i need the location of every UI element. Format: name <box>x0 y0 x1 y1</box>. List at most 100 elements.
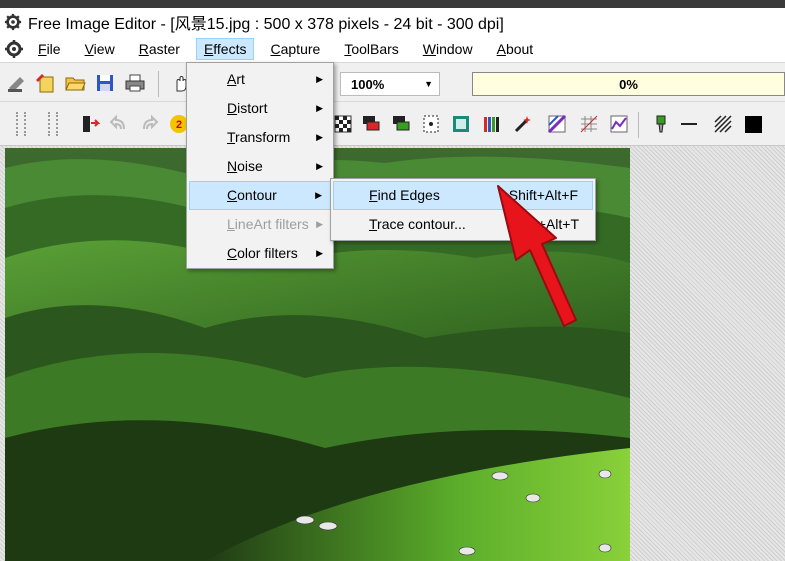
menu-capture[interactable]: Capture <box>262 38 328 60</box>
contour-submenu: Find Edges Shift+Alt+F Trace contour... Sh… <box>330 178 596 241</box>
noise-label: oise <box>237 158 263 174</box>
effects-menu-contour[interactable]: Contour ▶ <box>189 181 331 210</box>
trace-contour-label: race contour... <box>377 216 466 232</box>
menu-toolbars-label: oolBars <box>351 41 399 57</box>
color-bars-icon[interactable] <box>478 111 504 137</box>
effects-menu-art[interactable]: Art ▶ <box>189 65 331 94</box>
progress-text: 0% <box>619 76 638 92</box>
submenu-arrow-icon: ▶ <box>316 219 323 229</box>
menu-window-accel: W <box>422 41 436 57</box>
noise-accel: N <box>227 158 238 174</box>
menu-view[interactable]: View <box>77 38 123 60</box>
submenu-arrow-icon: ▶ <box>316 74 323 84</box>
gradient-icon[interactable] <box>544 111 570 137</box>
find-edges-shortcut: Shift+Alt+F <box>508 187 578 203</box>
main-toolbar: 100% ▼ 0% <box>0 62 785 102</box>
redo-icon[interactable] <box>136 111 162 137</box>
layers-icon[interactable] <box>358 111 384 137</box>
chevron-down-icon: ▼ <box>424 79 433 89</box>
effects-menu-noise[interactable]: Noise ▶ <box>189 152 331 181</box>
menu-raster-label: aster <box>148 41 180 57</box>
menu-effects-accel: E <box>203 41 214 57</box>
contour-accel: C <box>227 187 238 203</box>
contour-label: ontour <box>237 187 277 203</box>
svg-text:2: 2 <box>176 119 182 131</box>
menu-capture-accel: C <box>270 41 281 57</box>
crop-arrow-icon[interactable] <box>78 111 104 137</box>
menu-bar: File View Raster Effects Capture ToolBar… <box>0 36 785 62</box>
effects-dropdown-menu: Art ▶ Distort ▶ Transform ▶ Noise ▶ Contour ▶… <box>186 62 334 269</box>
menu-effects-label: ffects <box>213 41 247 57</box>
menu-view-label: iew <box>93 41 115 57</box>
color-filters-accel: C <box>227 245 238 261</box>
distort-accel: D <box>227 100 238 116</box>
menu-file-accel: F <box>38 41 47 57</box>
open-folder-icon[interactable] <box>62 70 88 96</box>
menu-file[interactable]: File <box>30 38 69 60</box>
system-menu-gear-icon[interactable] <box>4 39 24 59</box>
find-edges-label: ind Edges <box>377 187 440 203</box>
selection-icon[interactable] <box>418 111 444 137</box>
trace-contour-shortcut: Shift+Alt+T <box>509 216 579 232</box>
layers-alt-icon[interactable] <box>388 111 414 137</box>
grid-icon[interactable] <box>576 111 602 137</box>
menu-raster-accel: R <box>138 41 149 57</box>
fill-color-icon[interactable] <box>740 111 766 137</box>
brush-icon[interactable] <box>648 111 674 137</box>
submenu-arrow-icon: ▶ <box>316 132 323 142</box>
menu-view-accel: V <box>84 41 94 57</box>
hatch-pattern-icon[interactable] <box>710 111 736 137</box>
find-edges-accel: F <box>369 187 378 203</box>
menu-window-label: indow <box>436 41 473 57</box>
art-accel: A <box>227 71 237 87</box>
title-bar: Free Image Editor - [风景15.jpg : 500 x 37… <box>0 8 785 36</box>
effects-menu-lineart-filters[interactable]: LineArt filters ▶ <box>189 210 331 239</box>
menu-effects[interactable]: Effects <box>195 38 255 60</box>
toolbar-separator <box>638 112 639 138</box>
submenu-arrow-icon: ▶ <box>316 103 323 113</box>
scanner-icon[interactable] <box>4 70 30 96</box>
progress-bar: 0% <box>472 72 785 96</box>
menu-toolbars[interactable]: ToolBars <box>336 38 406 60</box>
line-icon[interactable] <box>676 111 702 137</box>
toolbar-grip-icon <box>16 112 26 136</box>
lineart-label: ineArt filters <box>234 216 309 232</box>
color-filters-label: olor filters <box>237 245 298 261</box>
menu-about-label: bout <box>505 41 534 57</box>
effects-menu-color-filters[interactable]: Color filters ▶ <box>189 239 331 268</box>
undo-icon[interactable] <box>106 111 132 137</box>
menu-about-accel: A <box>496 41 506 57</box>
frame-icon[interactable] <box>448 111 474 137</box>
effects-toolbar: 2 <box>0 102 785 146</box>
chart-icon[interactable] <box>606 111 632 137</box>
app-gear-icon <box>4 13 22 31</box>
submenu-arrow-icon: ▶ <box>315 190 322 200</box>
zoom-select[interactable]: 100% ▼ <box>340 72 440 96</box>
window-top-strip <box>0 0 785 8</box>
distort-label: istort <box>237 100 268 116</box>
effects-menu-distort[interactable]: Distort ▶ <box>189 94 331 123</box>
transform-label: ransform <box>235 129 291 145</box>
new-image-icon[interactable] <box>32 70 58 96</box>
trace-contour-accel: T <box>369 216 378 232</box>
menu-window[interactable]: Window <box>415 38 481 60</box>
effects-menu-transform[interactable]: Transform ▶ <box>189 123 331 152</box>
contour-menu-find-edges[interactable]: Find Edges Shift+Alt+F <box>333 181 593 210</box>
toolbar-grip-icon <box>48 112 58 136</box>
menu-raster[interactable]: Raster <box>131 38 188 60</box>
art-label: rt <box>236 71 245 87</box>
transform-accel: T <box>227 129 236 145</box>
zoom-value: 100% <box>351 76 385 92</box>
lineart-accel: L <box>227 216 235 232</box>
menu-file-label: ile <box>46 41 61 57</box>
submenu-arrow-icon: ▶ <box>316 248 323 258</box>
menu-capture-label: apture <box>280 41 321 57</box>
save-disk-icon[interactable] <box>92 70 118 96</box>
magic-wand-icon[interactable] <box>510 111 536 137</box>
contour-menu-trace-contour[interactable]: Trace contour... Shift+Alt+T <box>333 210 593 239</box>
menu-about[interactable]: About <box>489 38 542 60</box>
print-icon[interactable] <box>122 70 148 96</box>
toolbar-separator <box>158 71 159 97</box>
window-title: Free Image Editor - [风景15.jpg : 500 x 37… <box>28 16 504 33</box>
submenu-arrow-icon: ▶ <box>316 161 323 171</box>
